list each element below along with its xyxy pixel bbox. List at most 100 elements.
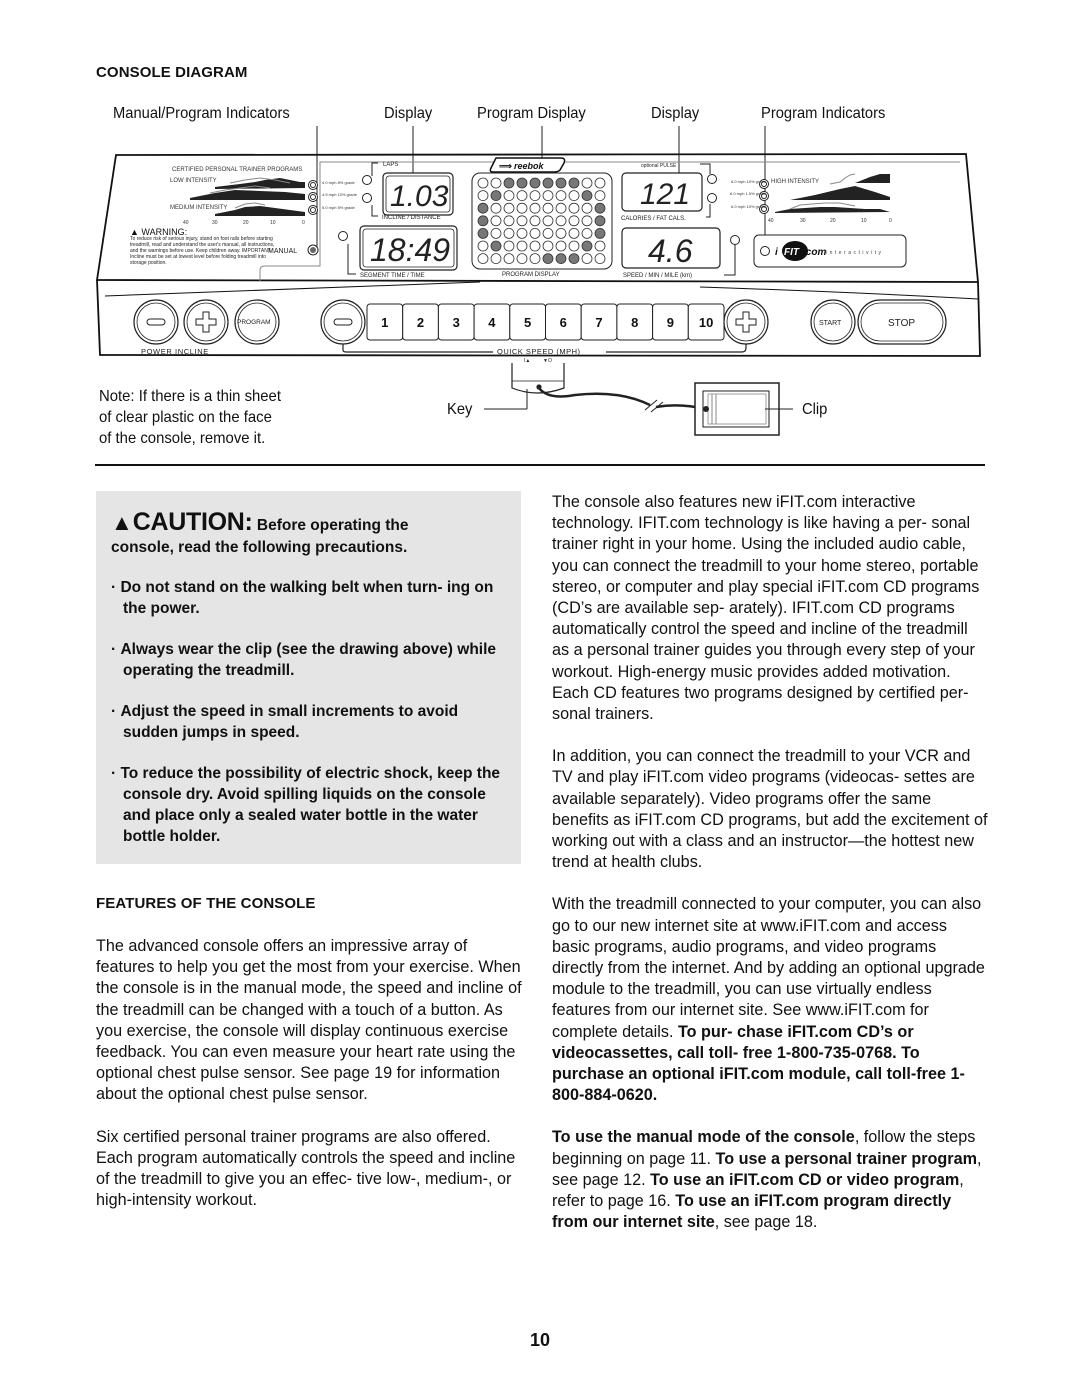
ifit-tagline: interactivity [826,250,884,256]
led-time [338,231,348,241]
matrix-led-off [529,190,541,202]
matrix-led-off [516,253,528,265]
svg-text:6.0 mph 10% grade: 6.0 mph 10% grade [731,179,767,184]
right-column: The console also features new iFIT.com i… [552,492,988,1255]
manual-label: MANUAL [268,248,297,255]
matrix-led-on [555,253,567,265]
ifit-paragraph-1: The console also features new iFIT.com i… [552,493,980,724]
led-speed [730,235,740,245]
matrix-led-off [503,202,515,214]
matrix-led-off [503,253,515,265]
matrix-led-off [490,215,502,227]
speed-key-label: 4 [488,315,496,330]
led-calories [707,193,717,203]
caution-bullet: · To reduce the possibility of electric … [111,765,501,845]
svg-text:STOP: STOP [888,318,915,329]
speed-value: 4.6 [648,233,693,269]
speed-key-label: 8 [631,315,638,330]
profile-low2 [190,190,305,200]
caution-bullet: · Always wear the clip (see the drawing … [111,641,497,679]
caution-bullet: · Do not stand on the walking belt when … [111,579,494,617]
matrix-led-on [490,240,502,252]
speed-key-label: 5 [524,315,531,330]
matrix-led-off [516,190,528,202]
right-grades: 6.0 mph 10% grade 6.0 mph 1.5% grade 6.0… [730,179,767,209]
minus-icon [333,318,353,326]
matrix-led-off [477,177,489,189]
time-value: 18:49 [370,232,450,268]
svg-text:10: 10 [270,220,276,226]
matrix-led-off [542,215,554,227]
features-paragraph-2: Six certified personal trainer programs … [96,1127,516,1210]
safety-key [511,363,565,394]
medium-intensity-label: MEDIUM INTENSITY [170,205,227,211]
matrix-led-on [542,253,554,265]
matrix-led-off [542,227,554,239]
matrix-led-off [516,215,528,227]
plastic-note: Note: If there is a thin sheet of clear … [99,388,281,447]
matrix-led-off [529,215,541,227]
matrix-led-off [542,240,554,252]
matrix-led-on [568,177,580,189]
matrix-led-off [490,253,502,265]
calories-value: 121 [640,178,690,211]
matrix-led-off [542,190,554,202]
speed-label: SPEED / MIN / MILE (km) [623,273,692,279]
quick-speed-label: QUICK SPEED (MPH) [497,347,581,356]
matrix-led-off [581,215,593,227]
page-number: 10 [530,1330,551,1350]
matrix-led-on [594,227,606,239]
svg-text:4.0 mph 8% grade: 4.0 mph 8% grade [322,180,355,185]
speed-key-label: 1 [381,315,388,330]
speed-key-label: 6 [560,315,567,330]
matrix-led-off [503,190,515,202]
ifit-paragraph-2: In addition, you can connect the treadmi… [552,747,988,872]
quick-speed-controls: 1 2 3 4 5 6 7 8 9 10 QUICK SPEED (MPH) I▲ ▼O [320,299,769,364]
matrix-led-on [477,215,489,227]
matrix-led-off [568,202,580,214]
svg-text:PROGRAM: PROGRAM [237,319,271,326]
matrix-led-off [529,253,541,265]
led-pulse [707,174,717,184]
matrix-led-off [594,190,606,202]
left-program-leds [308,180,318,215]
svg-text:0: 0 [889,218,892,224]
speed-keys: 1 2 3 4 5 6 7 8 9 10 [366,303,725,341]
matrix-led-off [490,177,502,189]
matrix-led-off [555,190,567,202]
features-body: The advanced console offers an impressiv… [96,936,528,1232]
matrix-led-off [594,253,606,265]
speed-key-label: 3 [453,315,460,330]
speed-key-label: 7 [595,315,602,330]
left-axis-ticks: 40 30 20 10 0 [183,220,305,226]
led-incline [362,193,372,203]
matrix-led-on [477,227,489,239]
matrix-led-off [529,202,541,214]
matrix-led-on [503,177,515,189]
matrix-led-off [529,227,541,239]
matrix-led-off [503,227,515,239]
matrix-led-on [555,177,567,189]
high-intensity-label: HIGH INTENSITY [771,179,819,185]
svg-text:⟹: ⟹ [499,161,512,171]
led-laps [362,175,372,185]
segment-time-label: SEGMENT TIME / TIME [360,273,425,279]
low-intensity-label: LOW INTENSITY [170,178,217,184]
matrix-led-off [555,227,567,239]
matrix-led-on [516,177,528,189]
led-ifit [760,246,770,256]
laps-label: LAPS [383,162,398,168]
speed-key-label: 10 [699,315,713,330]
matrix-led-off [568,240,580,252]
features-title: FEATURES OF THE CONSOLE [96,895,316,912]
svg-text:4.5 mph 10% grade: 4.5 mph 10% grade [322,192,358,197]
incline-distance-label: INCLINE / DISTANCE [382,215,441,221]
svg-text:40: 40 [768,218,774,224]
matrix-led-off [516,240,528,252]
svg-text:20: 20 [243,220,249,226]
svg-text:20: 20 [830,218,836,224]
matrix-led-off [490,202,502,214]
svg-text:6.0 mph 1.5% grade: 6.0 mph 1.5% grade [730,191,767,196]
speed-key-label: 2 [417,315,424,330]
warning-triangle-icon: ▲ [111,510,133,535]
